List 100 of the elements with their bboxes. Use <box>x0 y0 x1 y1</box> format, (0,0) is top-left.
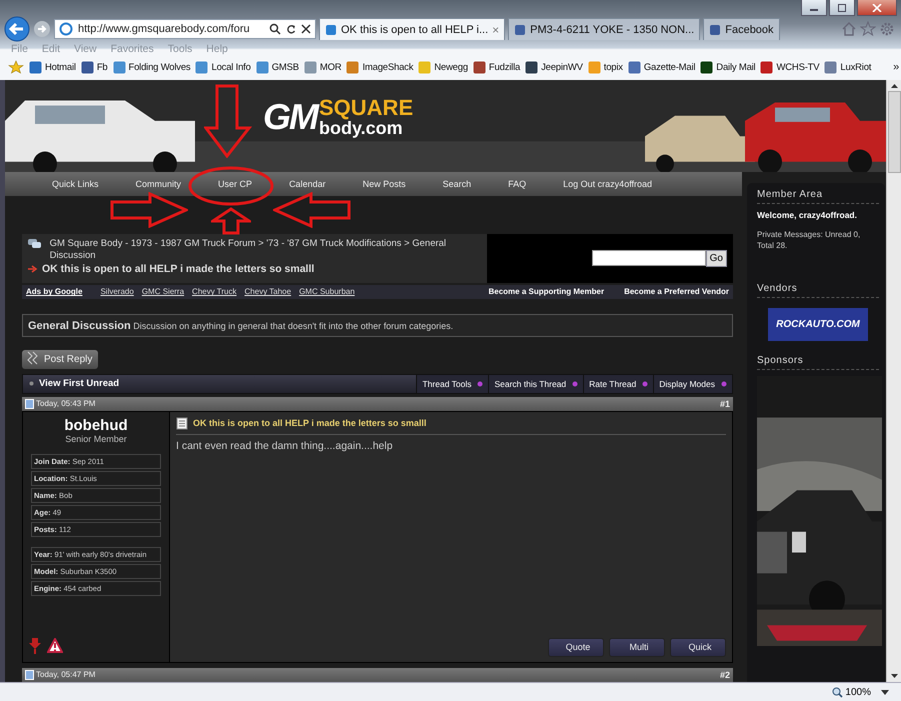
search-field[interactable] <box>592 250 706 266</box>
post-reply-button[interactable]: Post Reply <box>22 350 98 369</box>
favicon-icon <box>346 60 360 74</box>
favicon-icon <box>700 60 714 74</box>
favorites-link[interactable]: MOR <box>304 60 342 74</box>
page-icon <box>514 24 526 36</box>
search-icon[interactable] <box>269 23 281 35</box>
address-bar[interactable]: http://www.gmsquarebody.com/foru <box>54 19 316 39</box>
view-first-unread-link[interactable]: View First Unread <box>34 378 120 390</box>
favicon-icon <box>628 60 641 74</box>
scroll-thumb[interactable] <box>888 91 900 173</box>
username-link[interactable]: bobehud <box>64 416 128 434</box>
arrow-annotation <box>211 207 251 235</box>
nav-link[interactable]: FAQ <box>471 179 526 190</box>
nav-link[interactable]: Quick Links <box>5 179 99 190</box>
favorites-link[interactable]: Fb <box>80 60 108 74</box>
breadcrumb-link[interactable]: GM Square Body - 1973 - 1987 GM Truck Forum > '73 - '87 GM Truck Modifications > General Discussion <box>50 238 481 262</box>
thread-menu-button[interactable]: Search this Thread <box>488 374 584 393</box>
minimize-button[interactable] <box>801 0 827 16</box>
favorites-link[interactable]: Fudzilla <box>472 60 520 74</box>
document-icon <box>176 416 188 430</box>
favorites-link[interactable]: GMSB <box>256 60 299 74</box>
ad-link[interactable]: GMC Sierra <box>142 287 184 296</box>
post-action-button[interactable]: Quote <box>548 638 604 657</box>
post-action-button[interactable]: Quick <box>670 638 726 657</box>
favicon-icon <box>256 60 269 74</box>
nav-link[interactable]: Log Out crazy4offroad <box>526 179 652 190</box>
thread-menu-button[interactable]: Rate Thread <box>583 374 654 393</box>
zoom-level-button[interactable]: 100% <box>832 686 871 698</box>
user-rank: Senior Member <box>65 434 127 444</box>
post-action-button[interactable]: Multi <box>609 638 665 657</box>
more-favorites-button[interactable]: » <box>893 61 899 73</box>
refresh-icon[interactable] <box>286 23 296 35</box>
ad-link[interactable]: Chevy Truck <box>192 287 237 296</box>
browser-tab[interactable]: Facebook <box>703 18 780 40</box>
favorites-link[interactable]: Hotmail <box>29 60 76 74</box>
scroll-down-icon[interactable] <box>890 673 898 679</box>
page-icon <box>709 24 722 36</box>
globe-icon <box>59 22 73 36</box>
close-button[interactable] <box>857 0 897 16</box>
favicon-icon <box>525 60 538 74</box>
thread-menu-button[interactable]: Thread Tools <box>416 374 488 393</box>
logo-text: GM <box>263 96 317 138</box>
go-button[interactable]: Go <box>706 250 727 267</box>
vendor-banner[interactable]: ROCKAUTO.COM <box>768 308 868 341</box>
dropdown-caret-icon[interactable] <box>881 690 889 694</box>
favorites-link[interactable]: Gazette-Mail <box>628 60 696 74</box>
logo-text: body.com <box>319 119 403 137</box>
favicon-icon <box>112 60 126 74</box>
section-heading: Vendors <box>757 283 879 298</box>
scroll-up-icon[interactable] <box>890 83 898 89</box>
ad-link[interactable]: Chevy Tahoe <box>244 287 292 296</box>
post-number[interactable]: #1 <box>720 398 730 409</box>
favorites-link[interactable]: topix <box>588 60 623 74</box>
promo-link[interactable]: Become a Preferred Vendor <box>624 287 729 296</box>
ad-link[interactable]: GMC Suburban <box>299 287 355 296</box>
favorites-link[interactable]: Local Info <box>195 60 251 74</box>
favorites-link[interactable]: ImageShack <box>346 60 414 74</box>
nav-link[interactable]: Community <box>98 179 182 190</box>
settings-icon[interactable] <box>879 21 895 37</box>
post-icon <box>25 398 34 409</box>
warning-icon[interactable] <box>47 638 63 653</box>
section-heading: Member Area <box>757 189 879 204</box>
browser-tab[interactable]: PM3-4-6211 YOKE - 1350 NON... <box>508 18 700 40</box>
favorites-link[interactable]: Daily Mail <box>700 60 756 74</box>
close-icon[interactable] <box>301 24 311 34</box>
post-title: OK this is open to all HELP i made the letters so smalll <box>193 418 426 428</box>
bullet-icon <box>29 381 34 386</box>
favorites-link[interactable]: JeepinWV <box>525 60 583 74</box>
reputation-icon[interactable] <box>29 638 41 654</box>
star-icon[interactable] <box>860 21 876 37</box>
back-button[interactable] <box>4 16 30 42</box>
post-number[interactable]: #2 <box>720 670 730 680</box>
favorites-link[interactable]: LuxRiot <box>824 60 872 74</box>
thread-title: OK this is open to all HELP i made the letters so smalll <box>42 263 314 276</box>
nav-link[interactable]: Search <box>406 179 472 190</box>
ad-link[interactable]: Silverado <box>100 287 134 296</box>
favorites-link[interactable]: Folding Wolves <box>112 60 190 74</box>
promo-link[interactable]: Become a Supporting Member <box>488 287 604 296</box>
maximize-icon <box>837 4 847 12</box>
page-icon <box>325 24 337 36</box>
favicon-icon <box>195 60 208 74</box>
favicon-icon <box>588 60 601 74</box>
dropdown-dot-icon <box>477 380 484 387</box>
ads-label[interactable]: Ads by Google <box>26 287 82 296</box>
browser-tab[interactable]: OK this is open to all HELP i... × <box>319 18 506 40</box>
thread-menu-button[interactable]: Display Modes <box>653 374 732 393</box>
nav-link[interactable]: Calendar <box>252 179 326 190</box>
private-messages-link[interactable]: Private Messages: Unread 0, Total 28. <box>757 229 879 251</box>
forward-button[interactable] <box>33 20 51 38</box>
maximize-button[interactable] <box>829 0 855 16</box>
home-icon[interactable] <box>841 21 857 37</box>
favorites-link[interactable]: WCHS-TV <box>760 60 820 74</box>
favorites-link[interactable]: Newegg <box>418 60 468 74</box>
favicon-icon <box>824 60 838 74</box>
nav-link[interactable]: User CP <box>181 179 252 190</box>
favorites-star-icon[interactable] <box>8 60 24 74</box>
section-heading: Sponsors <box>757 355 879 370</box>
nav-link[interactable]: New Posts <box>326 179 406 190</box>
scrollbar[interactable] <box>886 80 901 682</box>
